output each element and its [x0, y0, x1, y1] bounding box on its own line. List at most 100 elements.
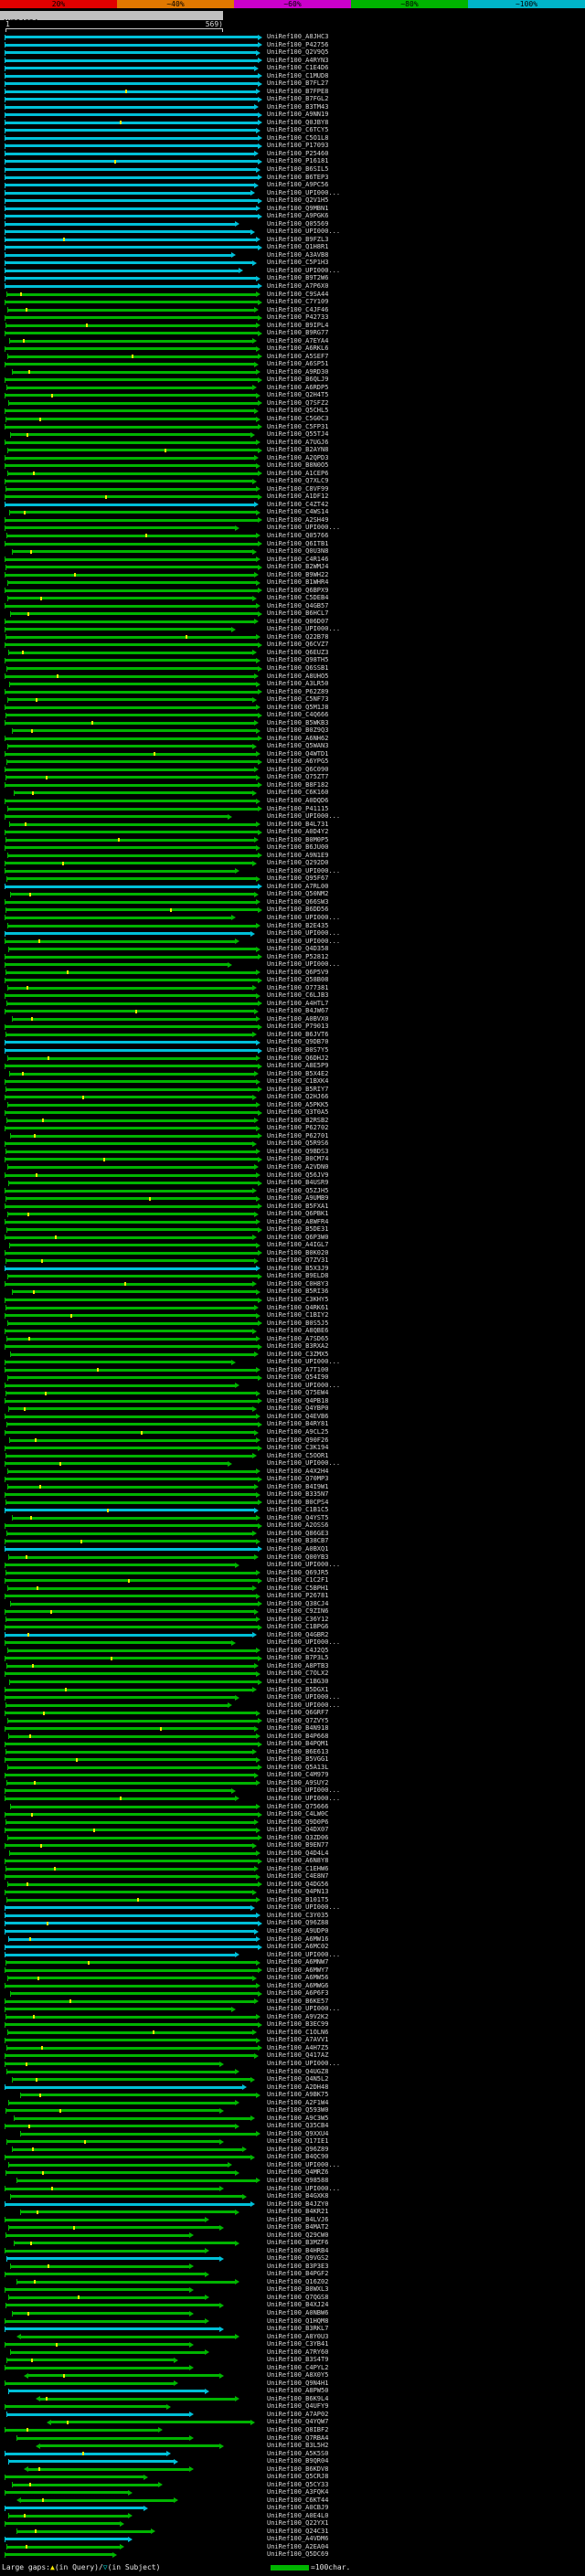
- hit-bar[interactable]: [5, 2085, 243, 2089]
- hit-label[interactable]: UniRef100_A0DQD6: [267, 797, 377, 805]
- hit-bar[interactable]: [8, 472, 259, 475]
- hit-bar[interactable]: [11, 1992, 259, 1996]
- hit-label[interactable]: UniRef100_Q4GB57: [267, 602, 377, 610]
- hit-label[interactable]: UniRef100_C36Y12: [267, 1616, 377, 1624]
- hit-bar[interactable]: [5, 1696, 235, 1700]
- hit-bar[interactable]: [5, 1610, 254, 1614]
- hit-label[interactable]: UniRef100_P26781: [267, 1592, 377, 1600]
- hit-bar[interactable]: [5, 409, 254, 413]
- hit-label[interactable]: UniRef100_B0CM74: [267, 1155, 377, 1163]
- hit-label[interactable]: UniRef100_Q4UGZ8: [267, 2068, 377, 2076]
- hit-bar[interactable]: [5, 487, 256, 491]
- hit-bar[interactable]: [10, 683, 256, 686]
- hit-label[interactable]: UniRef100_Q4PB18: [267, 1397, 377, 1405]
- hit-label[interactable]: UniRef100_C5O1L8: [267, 134, 377, 143]
- hit-label[interactable]: UniRef100_Q5M1J8: [267, 704, 377, 712]
- hit-label[interactable]: UniRef100_Q6C090: [267, 766, 377, 774]
- hit-bar[interactable]: [5, 963, 228, 967]
- hit-label[interactable]: UniRef100_B2RSB2: [267, 1117, 377, 1125]
- hit-label[interactable]: UniRef100_A6MW56: [267, 1974, 377, 1982]
- hit-label[interactable]: UniRef100_B5FXA1: [267, 1203, 377, 1211]
- hit-bar[interactable]: [6, 534, 256, 537]
- hit-label[interactable]: UniRef100_A3AVB8: [267, 251, 377, 260]
- hit-label[interactable]: UniRef100_B3S4T9: [267, 2356, 377, 2364]
- hit-label[interactable]: UniRef100_Q4DG56: [267, 1881, 377, 1889]
- hit-label[interactable]: UniRef100_C6K160: [267, 789, 377, 797]
- hit-bar[interactable]: [5, 1540, 256, 1543]
- hit-bar[interactable]: [28, 2467, 189, 2471]
- hit-label[interactable]: UniRef100_Q3ZD06: [267, 1834, 377, 1842]
- hit-bar[interactable]: [6, 1228, 259, 1232]
- hit-bar[interactable]: [5, 2062, 220, 2066]
- hit-label[interactable]: UniRef100_B6KDV8: [267, 2465, 377, 2474]
- hit-label[interactable]: UniRef100_C1C2F1: [267, 1576, 377, 1585]
- hit-label[interactable]: UniRef100_Q9MBN1: [267, 205, 377, 213]
- hit-label[interactable]: UniRef100_Q7SFZ2: [267, 399, 377, 408]
- hit-bar[interactable]: [5, 542, 259, 546]
- hit-bar[interactable]: [5, 979, 259, 982]
- hit-bar[interactable]: [5, 1968, 259, 1972]
- hit-label[interactable]: UniRef100_P62702: [267, 1124, 377, 1132]
- hit-bar[interactable]: [5, 1259, 254, 1263]
- hit-bar[interactable]: [5, 1595, 256, 1598]
- hit-label[interactable]: UniRef100_B5X3J9: [267, 1265, 377, 1273]
- hit-label[interactable]: UniRef100_UPI000...: [267, 938, 377, 946]
- hit-bar[interactable]: [5, 1867, 254, 1871]
- hit-label[interactable]: UniRef100_B9EN77: [267, 1841, 377, 1850]
- hit-bar[interactable]: [5, 1235, 252, 1239]
- hit-label[interactable]: UniRef100_UPI000...: [267, 1358, 377, 1366]
- hit-bar[interactable]: [5, 737, 259, 740]
- hit-label[interactable]: UniRef100_B1WHR4: [267, 578, 377, 587]
- hit-label[interactable]: UniRef100_C5FP31: [267, 423, 377, 431]
- hit-bar[interactable]: [5, 1111, 259, 1115]
- hit-bar[interactable]: [5, 1813, 259, 1817]
- hit-label[interactable]: UniRef100_C4R146: [267, 556, 377, 564]
- hit-label[interactable]: UniRef100_UPI000...: [267, 1561, 377, 1569]
- hit-bar[interactable]: [5, 2054, 254, 2058]
- hit-bar[interactable]: [5, 916, 231, 919]
- hit-label[interactable]: UniRef100_B4PQM1: [267, 1740, 377, 1748]
- hit-bar[interactable]: [5, 1415, 256, 1418]
- hit-label[interactable]: UniRef100_Q6EUZ3: [267, 649, 377, 657]
- hit-bar[interactable]: [5, 269, 239, 272]
- hit-label[interactable]: UniRef100_UPI000...: [267, 2161, 377, 2169]
- hit-label[interactable]: UniRef100_Q6SSB1: [267, 664, 377, 673]
- hit-label[interactable]: UniRef100_C4ZT42: [267, 501, 377, 509]
- hit-label[interactable]: UniRef100_Q7QGS8: [267, 2294, 377, 2302]
- hit-bar[interactable]: [5, 1282, 252, 1286]
- hit-bar[interactable]: [5, 1758, 256, 1762]
- hit-bar[interactable]: [5, 1010, 254, 1013]
- hit-label[interactable]: UniRef100_Q75EW4: [267, 1389, 377, 1397]
- hit-bar[interactable]: [5, 1633, 252, 1637]
- hit-label[interactable]: UniRef100_Q5WAN3: [267, 742, 377, 750]
- hit-label[interactable]: UniRef100_Q593W0: [267, 2106, 377, 2115]
- hit-label[interactable]: UniRef100_A7P6X0: [267, 282, 377, 291]
- hit-bar[interactable]: [5, 1431, 254, 1435]
- hit-label[interactable]: UniRef100_B9QR04: [267, 2457, 377, 2465]
- hit-label[interactable]: UniRef100_C3Y035: [267, 1912, 377, 1920]
- hit-label[interactable]: UniRef100_Q4GBR2: [267, 1631, 377, 1639]
- hit-label[interactable]: UniRef100_A6NH62: [267, 735, 377, 743]
- hit-bar[interactable]: [5, 1025, 259, 1029]
- hit-label[interactable]: UniRef100_A7UGJ6: [267, 439, 377, 447]
- hit-bar[interactable]: [6, 1781, 256, 1785]
- hit-label[interactable]: UniRef100_C0H8Y3: [267, 1280, 377, 1288]
- hit-bar[interactable]: [6, 1118, 254, 1122]
- hit-bar[interactable]: [7, 1977, 252, 1980]
- hit-label[interactable]: UniRef100_A3LR50: [267, 680, 377, 688]
- hit-label[interactable]: UniRef100_A6YPG5: [267, 758, 377, 766]
- hit-label[interactable]: UniRef100_A1CEP6: [267, 470, 377, 478]
- hit-bar[interactable]: [5, 1891, 252, 1894]
- hit-bar[interactable]: [5, 1345, 259, 1349]
- hit-label[interactable]: UniRef100_B9ELD8: [267, 1272, 377, 1280]
- hit-label[interactable]: UniRef100_B4XJ24: [267, 2301, 377, 2309]
- hit-label[interactable]: UniRef100_B5VGG1: [267, 1755, 377, 1764]
- hit-bar[interactable]: [5, 2304, 220, 2307]
- hit-bar[interactable]: [5, 1820, 254, 1824]
- hit-bar[interactable]: [5, 885, 259, 888]
- hit-bar[interactable]: [7, 1376, 259, 1380]
- hit-bar[interactable]: [5, 1564, 235, 1567]
- hit-bar[interactable]: [5, 1922, 259, 1925]
- hit-label[interactable]: UniRef100_A9UDP0: [267, 1927, 377, 1935]
- hit-label[interactable]: UniRef100_B6TEP3: [267, 174, 377, 182]
